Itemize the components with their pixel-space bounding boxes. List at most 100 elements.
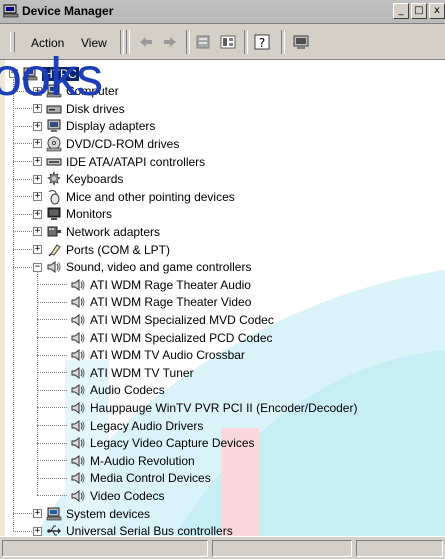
properties-icon[interactable] [193, 32, 213, 52]
tree-item-label: ATI WDM Rage Theater Video [90, 295, 252, 310]
tree-category-mice-and-other-pointing-devices[interactable]: + Mice and other pointing devices [33, 188, 235, 205]
tree-connector-line [13, 161, 32, 162]
tree-item-label: Audio Codecs [90, 383, 165, 398]
status-pane-secondary [212, 540, 352, 557]
display-adapter-icon [47, 119, 61, 133]
tree-device-item[interactable]: ATI WDM Specialized MVD Codec [57, 311, 274, 328]
menu-view[interactable]: View [81, 36, 107, 50]
tree-connector-line [37, 337, 67, 338]
tree-device-item[interactable]: ATI WDM Rage Theater Audio [57, 276, 251, 293]
tree-device-item[interactable]: Legacy Audio Drivers [57, 417, 203, 434]
tree-item-label: DVD/CD-ROM drives [66, 136, 180, 151]
minimize-button[interactable]: _ [393, 3, 409, 19]
expand-toggle[interactable]: + [33, 121, 42, 131]
speaker-icon [71, 401, 85, 414]
window-controls: _ □ x [393, 3, 445, 19]
speaker-icon [71, 296, 85, 309]
tree-device-item[interactable]: ATI WDM TV Tuner [57, 364, 194, 381]
toolbar-grip[interactable] [10, 32, 15, 52]
menu-toolbar: Action View ? [0, 24, 445, 60]
expand-toggle[interactable]: + [33, 192, 42, 202]
toolbar-separator [126, 30, 130, 54]
expand-toggle[interactable]: + [33, 509, 42, 518]
tree-connector-line [13, 108, 32, 110]
tree-device-item[interactable]: Audio Codecs [57, 382, 165, 399]
tree-category-network-adapters[interactable]: + Network adapters [33, 223, 160, 240]
port-icon [48, 243, 61, 257]
device-tree[interactable]: − HTPC + Computer + Disk drives + Display adapt… [5, 60, 445, 536]
tree-connector-line [37, 477, 67, 479]
expand-toggle[interactable]: + [33, 245, 42, 254]
tree-connector-line [37, 284, 67, 286]
tree-device-item[interactable]: ATI WDM Rage Theater Video [57, 294, 251, 311]
maximize-button[interactable]: □ [411, 3, 427, 19]
tree-category-ide-ata-atapi-controllers[interactable]: + IDE ATA/ATAPI controllers [33, 153, 205, 170]
status-pane-tertiary [356, 540, 443, 557]
speaker-icon [71, 349, 85, 362]
collapse-toggle[interactable]: − [33, 262, 42, 272]
expand-toggle[interactable]: + [33, 526, 42, 536]
back-arrow-icon[interactable] [136, 32, 156, 52]
tree-category-universal-serial-bus-controllers[interactable]: + Universal Serial Bus controllers [33, 523, 233, 536]
tree-connector-line [13, 513, 32, 514]
tree-category-dvd-cd-rom-drives[interactable]: + DVD/CD-ROM drives [33, 135, 179, 152]
tree-category-computer[interactable]: + Computer [33, 83, 119, 100]
tree-item-label: Universal Serial Bus controllers [66, 524, 233, 536]
expand-toggle[interactable]: + [33, 174, 42, 184]
forward-arrow-icon[interactable] [160, 32, 180, 52]
tree-device-item[interactable]: Video Codecs [57, 487, 165, 504]
tree-category-sound-video-and-game-controllers[interactable]: − Sound, video and game controllers [33, 259, 251, 276]
status-bar [0, 536, 445, 559]
tree-category-display-adapters[interactable]: + Display adapters [33, 118, 155, 135]
speaker-icon [71, 437, 85, 450]
tree-connector-line [37, 442, 67, 444]
tree-connector-line [37, 425, 67, 426]
collapse-toggle[interactable]: − [9, 69, 18, 78]
tree-item-label: Display adapters [66, 119, 156, 134]
title-bar[interactable]: Device Manager _ □ x [0, 0, 445, 24]
expand-toggle[interactable]: + [33, 139, 42, 149]
tree-root-htpc[interactable]: − HTPC [9, 65, 79, 82]
device-manager-icon [3, 4, 19, 18]
speaker-icon [71, 331, 85, 344]
expand-toggle[interactable]: + [33, 157, 42, 166]
tree-device-item[interactable]: ATI WDM TV Audio Crossbar [57, 347, 245, 364]
expand-toggle[interactable]: + [33, 209, 42, 219]
tree-connector-line [13, 231, 32, 233]
speaker-icon [71, 419, 85, 432]
tree-device-item[interactable]: M-Audio Revolution [57, 452, 195, 469]
expand-toggle[interactable]: + [33, 227, 42, 237]
tree-device-item[interactable]: Legacy Video Capture Devices [57, 435, 255, 452]
tree-connector-line [13, 196, 32, 198]
scan-hardware-icon[interactable] [291, 32, 311, 52]
tree-item-label: Video Codecs [90, 488, 165, 503]
tree-item-label: Legacy Video Capture Devices [90, 436, 255, 451]
expand-toggle[interactable]: + [33, 104, 42, 114]
svg-text:?: ? [259, 36, 265, 50]
tree-category-monitors[interactable]: + Monitors [33, 206, 112, 223]
speaker-icon [71, 489, 85, 502]
menu-action[interactable]: Action [31, 36, 64, 50]
tree-device-item[interactable]: Media Control Devices [57, 470, 211, 487]
view-icon[interactable] [218, 32, 238, 52]
toolbar-separator [120, 30, 124, 54]
tree-device-item[interactable]: Hauppauge WinTV PVR PCI II (Encoder/Deco… [57, 399, 357, 416]
tree-category-system-devices[interactable]: + System devices [33, 505, 150, 522]
tree-item-label: Computer [66, 84, 119, 99]
tree-item-label: Mice and other pointing devices [66, 189, 235, 204]
tree-connector-line [37, 495, 67, 497]
tree-connector-line [37, 319, 67, 321]
help-icon[interactable]: ? [252, 32, 272, 52]
close-button[interactable]: x [429, 3, 445, 19]
window-title: Device Manager [22, 4, 114, 18]
tree-category-disk-drives[interactable]: + Disk drives [33, 100, 125, 117]
expand-toggle[interactable]: + [33, 86, 42, 96]
ide-controller-icon [46, 158, 62, 165]
tree-category-ports-com-lpt[interactable]: + Ports (COM & LPT) [33, 241, 170, 258]
tree-item-label: ATI WDM Specialized MVD Codec [90, 312, 274, 327]
tree-item-label: Legacy Audio Drivers [90, 418, 204, 433]
tree-item-label: Sound, video and game controllers [66, 260, 252, 275]
tree-device-item[interactable]: ATI WDM Specialized PCD Codec [57, 329, 273, 346]
device-manager-window: Device Manager _ □ x Action View ? − HTP… [0, 0, 445, 559]
tree-category-keyboards[interactable]: + Keyboards [33, 171, 123, 188]
